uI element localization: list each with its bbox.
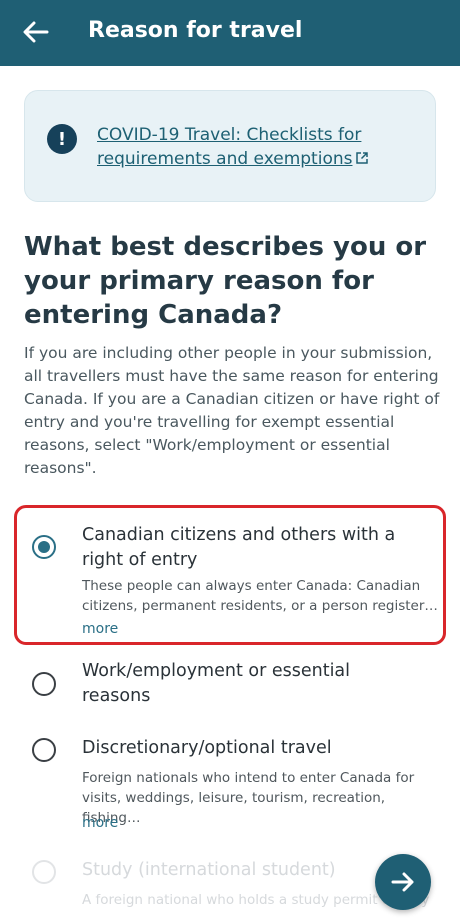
option-title: Canadian citizens and others with a righ… [82,525,396,570]
arrow-left-icon [23,21,49,43]
option-work-employment[interactable]: Work/employment or essential reasons [14,655,446,717]
page-title: Reason for travel [88,18,303,43]
covid-info-banner: ! COVID-19 Travel: Checklists for requir… [24,90,436,202]
option-subtitle: Foreign nationals who intend to enter Ca… [82,770,415,826]
radio-button[interactable] [32,738,56,762]
option-discretionary-travel[interactable]: Discretionary/optional travel Foreign na… [14,733,446,843]
more-link[interactable]: more [82,814,118,832]
radio-button[interactable] [32,860,56,884]
covid-checklist-link[interactable]: COVID-19 Travel: Checklists for requirem… [97,123,427,171]
radio-button[interactable] [32,672,56,696]
more-link[interactable]: more [82,620,118,638]
back-button[interactable] [14,12,58,52]
option-title: Work/employment or essential reasons [82,661,351,706]
covid-checklist-link-text[interactable]: COVID-19 Travel: Checklists for requirem… [97,125,361,169]
arrow-right-icon [391,872,414,892]
radio-button-selected[interactable] [32,535,56,559]
next-button[interactable] [375,854,431,910]
question-description: If you are including other people in you… [24,344,440,477]
external-link-icon [356,152,369,164]
app-bar: Reason for travel [0,0,460,66]
option-title: Discretionary/optional travel [82,738,332,758]
option-subtitle: These people can always enter Canada: Ca… [82,578,438,614]
option-canadian-citizens[interactable]: Canadian citizens and others with a righ… [14,505,446,645]
exclamation-icon: ! [47,124,77,154]
question-heading: What best describes you or your primary … [24,232,427,330]
